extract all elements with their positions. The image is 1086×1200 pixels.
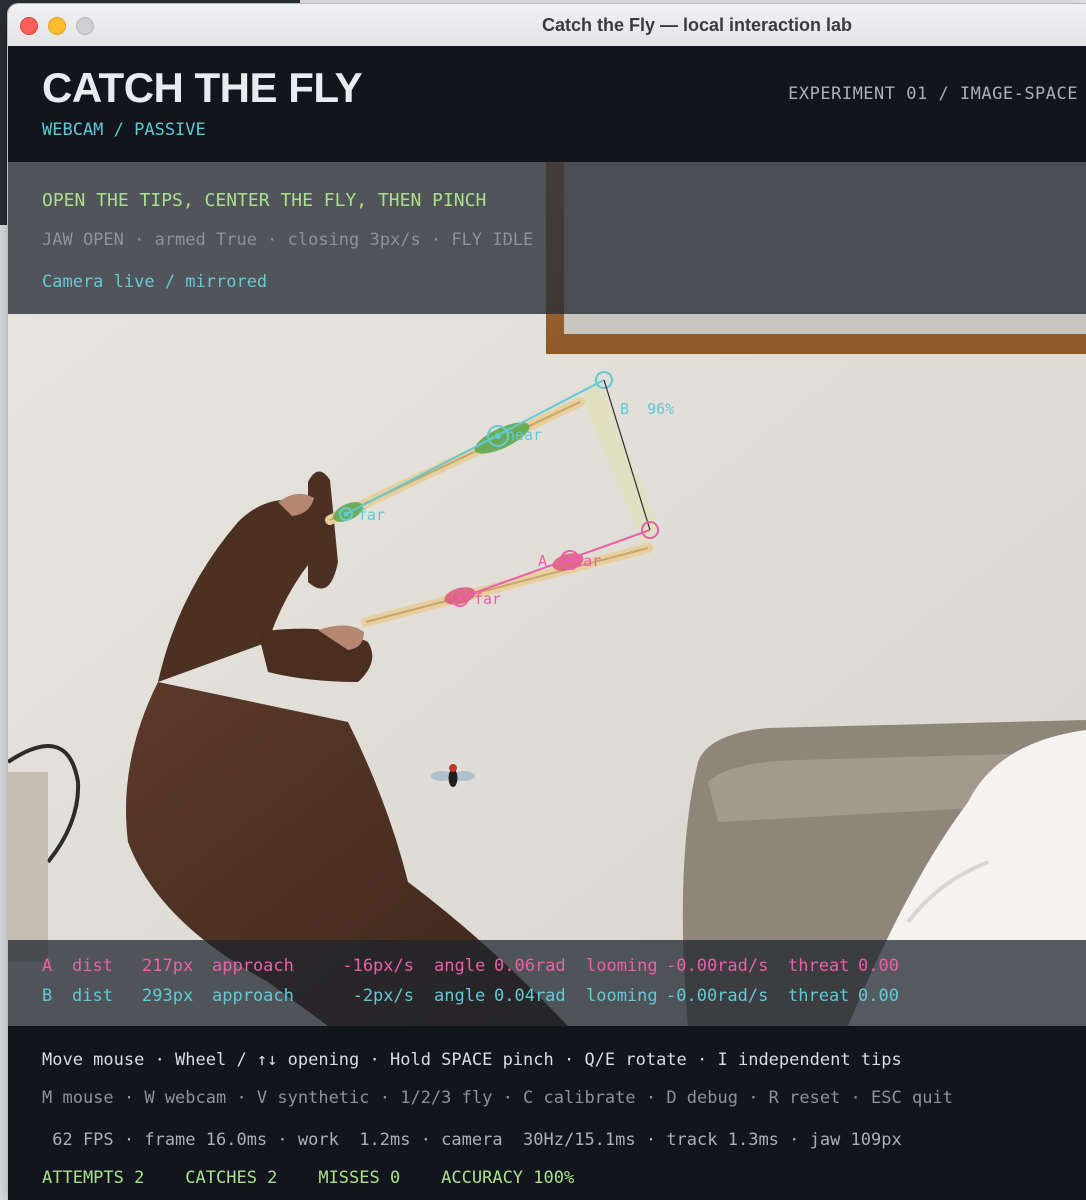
tip-b-dist: 293px — [142, 986, 194, 1006]
help-footer: Move mouse · Wheel / ↑↓ opening · Hold S… — [8, 1026, 1086, 1200]
tip-b-label: B 96% — [620, 400, 674, 418]
tip-b-threat-label: threat — [788, 986, 850, 1006]
camera-view[interactable]: B 96% near far A near far OPEN THE TIPS,… — [8, 162, 1086, 1026]
tip-a-threat-label: threat — [788, 956, 850, 976]
experiment-label: EXPERIMENT 01 / IMAGE-SPACE — [788, 84, 1078, 104]
controls-help: Move mouse · Wheel / ↑↓ opening · Hold S… — [42, 1050, 902, 1070]
tip-b-looming-label: looming — [586, 986, 658, 1006]
app-window: Catch the Fly — local interaction lab CA… — [8, 4, 1086, 1200]
app-canvas[interactable]: CATCH THE FLY WEBCAM / PASSIVE EXPERIMEN… — [8, 46, 1086, 1200]
tip-a-looming-label: looming — [586, 956, 658, 976]
tip-metrics-panel: Adist 217px approach -16px/s angle 0.06rad loo… — [8, 940, 1086, 1026]
camera-status-text: Camera live / mirrored — [42, 272, 268, 292]
tip-a-approach: -16px/s — [342, 956, 414, 976]
tip-a-threat: 0.00 — [858, 956, 899, 976]
score-stats: ATTEMPTS 2 CATCHES 2 MISSES 0 ACCURACY 1… — [42, 1168, 575, 1188]
tip-b-angle: 0.04rad — [494, 986, 566, 1006]
tip-a-metrics-row: Adist 217px approach -16px/s angle 0.06rad loo… — [42, 956, 899, 976]
window-titlebar[interactable]: Catch the Fly — local interaction lab — [8, 4, 1086, 47]
jaw-status-text: JAW OPEN · armed True · closing 3px/s · … — [42, 230, 534, 250]
b-far-label: far — [358, 506, 385, 524]
b-near-label: near — [506, 426, 542, 444]
tip-a-angle: 0.06rad — [494, 956, 566, 976]
instruction-panel: OPEN THE TIPS, CENTER THE FLY, THEN PINC… — [8, 162, 1086, 314]
tip-b-dist-label: dist — [72, 986, 113, 1006]
window-title: Catch the Fly — local interaction lab — [541, 15, 853, 35]
tip-b-id: B — [42, 986, 53, 1006]
tip-a-dist: 217px — [142, 956, 194, 976]
performance-stats: 62 FPS · frame 16.0ms · work 1.2ms · cam… — [42, 1130, 902, 1150]
instruction-text: OPEN THE TIPS, CENTER THE FLY, THEN PINC… — [42, 190, 487, 211]
tip-b-approach-label: approach — [212, 986, 294, 1006]
keyboard-shortcuts: M mouse · W webcam · V synthetic · 1/2/3… — [42, 1088, 953, 1108]
input-mode-label: WEBCAM / PASSIVE — [42, 120, 206, 140]
tip-a-approach-label: approach — [212, 956, 294, 976]
tip-a-dist-label: dist — [72, 956, 113, 976]
a-near-label: A near — [538, 552, 601, 570]
tip-b-angle-label: angle — [434, 986, 486, 1006]
tip-b-approach: -2px/s — [352, 986, 414, 1006]
tip-b-metrics-row: Bdist 293px approach -2px/s angle 0.04rad loom… — [42, 986, 899, 1006]
tip-a-looming: -0.00rad/s — [666, 956, 769, 976]
tip-b-threat: 0.00 — [858, 986, 899, 1006]
tip-b-looming: -0.00rad/s — [666, 986, 769, 1006]
app-title: CATCH THE FLY — [42, 64, 363, 111]
tip-a-angle-label: angle — [434, 956, 486, 976]
a-far-label: far — [474, 590, 501, 608]
tip-a-id: A — [42, 956, 53, 976]
